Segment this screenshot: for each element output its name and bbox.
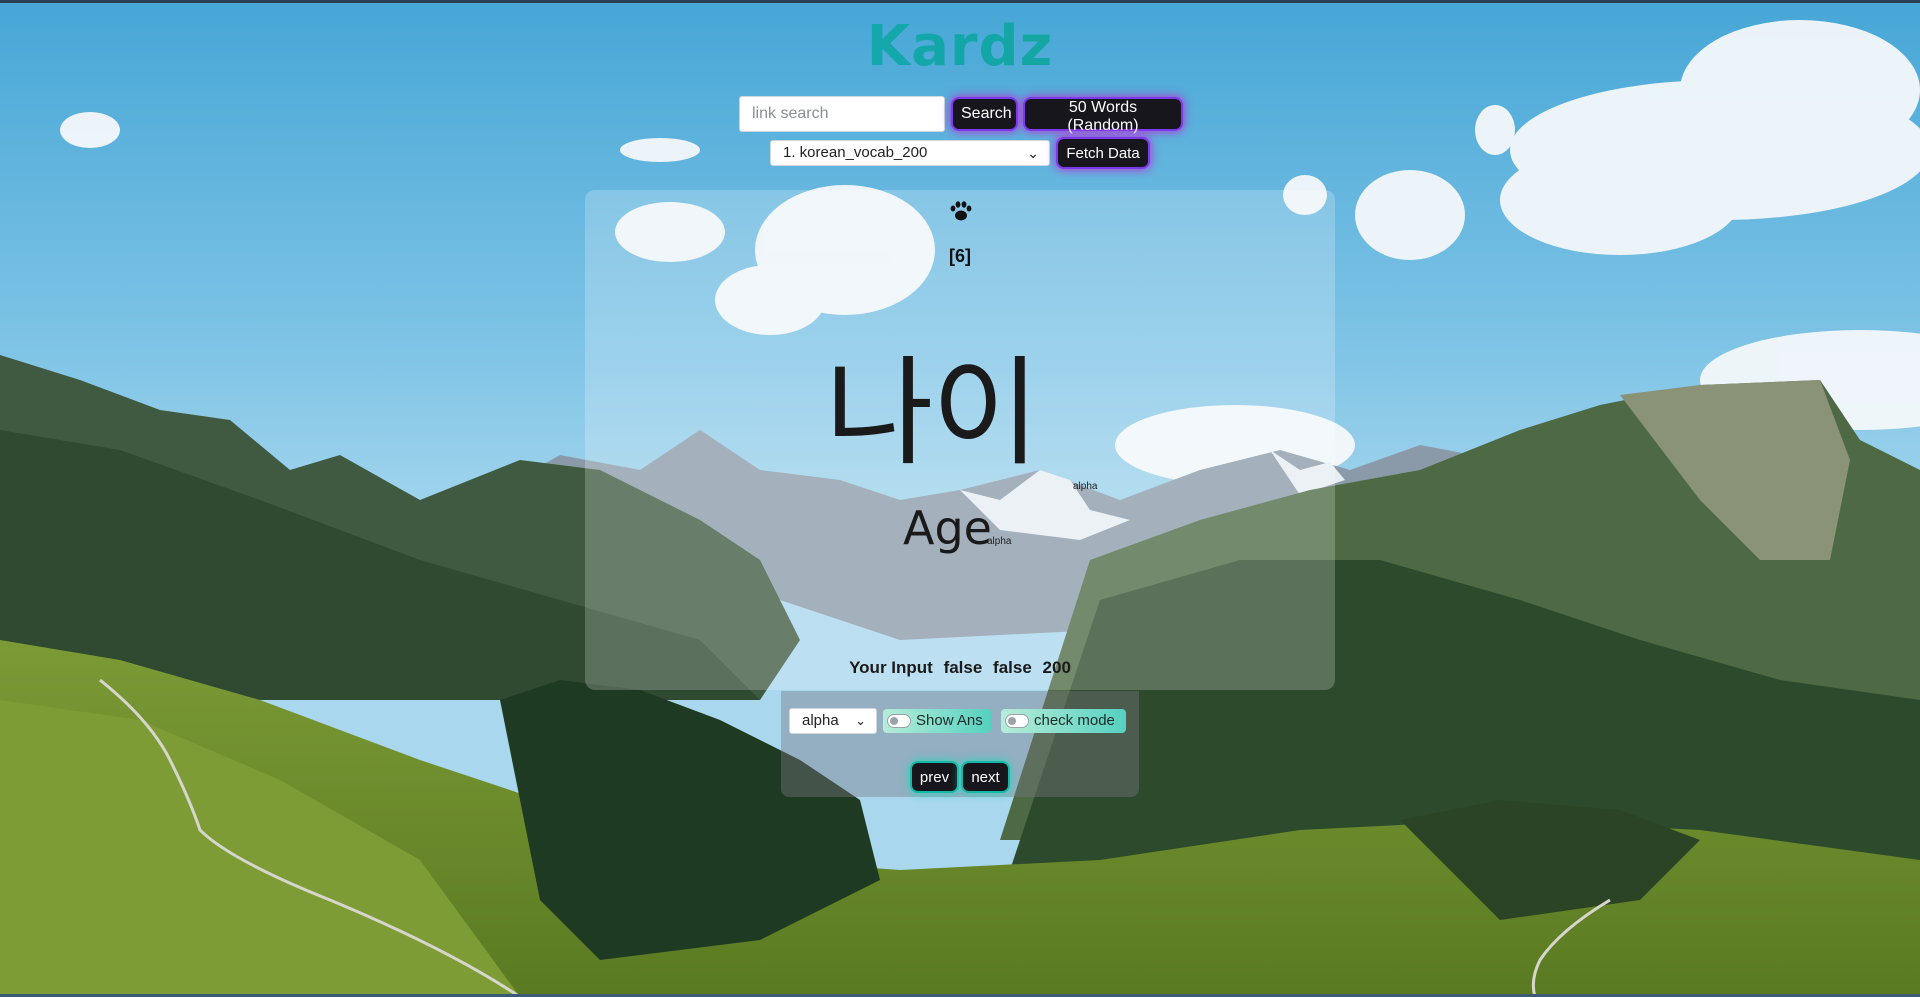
status-value-2: false: [993, 658, 1032, 677]
card-word: 나이: [825, 344, 1040, 482]
search-input[interactable]: [739, 96, 945, 132]
toggle-switch[interactable]: [887, 714, 911, 728]
check-mode-label: check mode: [1034, 712, 1115, 729]
fetch-data-button[interactable]: Fetch Data: [1058, 139, 1148, 167]
dataset-select[interactable]: 1. korean_vocab_200 ⌄: [770, 140, 1050, 166]
app-title: Kardz: [0, 14, 1920, 79]
mode-select[interactable]: alpha ⌄: [789, 708, 877, 734]
word-mode-tag: alpha: [1073, 481, 1098, 492]
search-button[interactable]: Search: [953, 99, 1016, 129]
input-status: Your Input false false 200: [0, 658, 1920, 678]
toggle-switch[interactable]: [1005, 714, 1029, 728]
card-answer: Age: [903, 501, 992, 555]
chevron-down-icon: ⌄: [1027, 145, 1039, 161]
paw-icon: [950, 201, 972, 221]
toggle-knob: [890, 717, 898, 725]
controls-panel: [781, 691, 1139, 797]
dataset-selected-value: 1. korean_vocab_200: [783, 144, 928, 161]
status-value-1: false: [943, 658, 983, 677]
prev-button[interactable]: prev: [912, 763, 957, 791]
chevron-down-icon: ⌄: [855, 713, 866, 728]
show-answer-toggle[interactable]: Show Ans: [883, 709, 991, 733]
check-mode-toggle[interactable]: check mode: [1001, 709, 1126, 733]
next-button[interactable]: next: [963, 763, 1008, 791]
status-label: Your Input: [849, 658, 933, 677]
toggle-knob: [1008, 717, 1016, 725]
top-border: [0, 0, 1920, 3]
answer-mode-tag: alpha: [987, 536, 1012, 547]
mode-selected-value: alpha: [802, 712, 839, 729]
show-answer-label: Show Ans: [916, 712, 983, 729]
status-value-3: 200: [1042, 658, 1071, 677]
card-index: [6]: [949, 246, 971, 266]
random-words-button[interactable]: 50 Words (Random): [1025, 99, 1181, 134]
